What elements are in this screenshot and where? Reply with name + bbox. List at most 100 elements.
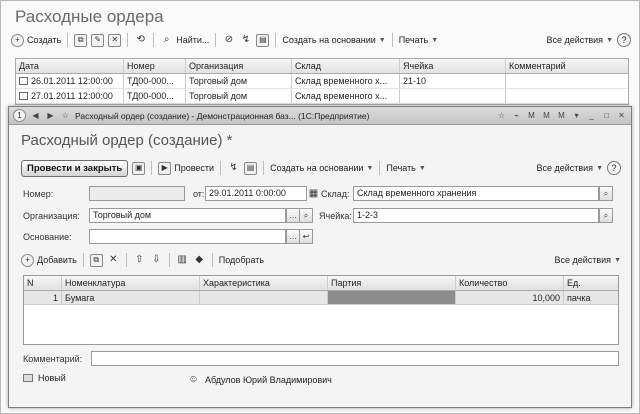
column-header-number[interactable]: Номер <box>124 59 186 73</box>
add-icon: + <box>21 253 34 267</box>
batch-cell[interactable] <box>328 291 456 304</box>
star-icon[interactable]: ☆ <box>496 111 507 120</box>
search-icon: ⌕ <box>163 34 170 45</box>
separator <box>153 33 155 47</box>
create-based-button[interactable]: Создать на основании ▼ <box>270 163 373 173</box>
basis-field[interactable] <box>89 229 286 244</box>
number-field[interactable] <box>89 186 185 201</box>
save-icon[interactable]: ▣ <box>132 161 146 175</box>
minimize-icon[interactable]: _ <box>586 111 597 120</box>
comment-field[interactable] <box>91 351 619 366</box>
separator <box>391 33 393 47</box>
post-button[interactable]: ▶ Провести <box>158 161 214 175</box>
org-search-icon[interactable]: ⌕ <box>299 208 313 223</box>
add-row-button[interactable]: + Добавить <box>21 253 77 267</box>
tag-icon[interactable]: ◆ <box>193 254 206 267</box>
close-icon[interactable]: ✕ <box>616 111 627 120</box>
menu-icon[interactable]: ▾ <box>571 111 582 120</box>
dropdown-caret-icon: ▼ <box>418 164 426 172</box>
user-icon: ☺ <box>188 373 199 385</box>
calendar-icon[interactable]: ▦ <box>307 187 320 200</box>
print-button[interactable]: Печать ▼ <box>386 163 425 173</box>
cell-search-icon[interactable]: ⌕ <box>599 208 613 223</box>
goods-table: N Номенклатура Характеристика Партия Кол… <box>23 275 619 345</box>
table-header: Дата Номер Организация Склад Ячейка Комм… <box>16 59 628 74</box>
cancel-search-icon[interactable]: ⊘ <box>222 34 235 47</box>
table-all-actions-button[interactable]: Все действия ▼ <box>554 255 621 265</box>
window-title: Расходный ордер (создание) - Демонстраци… <box>75 110 370 121</box>
basis-select-button[interactable]: … <box>286 229 300 244</box>
memory-m-icon[interactable]: M <box>526 111 537 120</box>
column-header-comment[interactable]: Комментарий <box>506 59 628 73</box>
date-field[interactable]: 29.01.2011 0:00:00 <box>205 186 307 201</box>
column-header-quantity[interactable]: Количество <box>456 276 564 290</box>
goods-toolbar: + Добавить ⧉ ✕ ⇧ ⇩ ▥ ◆ Подобрать Все дей… <box>21 251 621 269</box>
warehouse-label: Склад: <box>321 189 350 199</box>
post-and-close-button[interactable]: Провести и закрыть <box>21 159 129 177</box>
column-header-date[interactable]: Дата <box>16 59 124 73</box>
column-header-warehouse[interactable]: Склад <box>292 59 400 73</box>
dropdown-caret-icon: ▼ <box>366 164 374 172</box>
report-icon[interactable]: ▤ <box>244 161 258 175</box>
delete-icon[interactable]: ✕ <box>107 254 120 267</box>
column-header-characteristic[interactable]: Характеристика <box>200 276 328 290</box>
column-header-batch[interactable]: Партия <box>328 276 456 290</box>
movements-icon[interactable]: ↯ <box>227 162 240 175</box>
all-actions-button[interactable]: Все действия ▼ <box>546 35 613 45</box>
help-icon[interactable]: ? <box>617 33 631 47</box>
separator <box>211 253 213 267</box>
warehouse-field[interactable]: Склад временного хранения <box>353 186 599 201</box>
post-icon: ▶ <box>158 161 172 175</box>
edit-icon[interactable]: ✎ <box>91 33 105 47</box>
comment-label: Комментарий: <box>23 354 83 364</box>
all-actions-button[interactable]: Все действия ▼ <box>536 163 603 173</box>
barcode-icon[interactable]: ▥ <box>176 254 189 267</box>
maximize-icon[interactable]: □ <box>601 111 612 120</box>
link-icon[interactable]: ⌁ <box>511 111 522 120</box>
create-based-button[interactable]: Создать на основании ▼ <box>282 35 385 45</box>
document-window: 1 ◀ ▶ ☆ Расходный ордер (создание) - Дем… <box>8 106 632 408</box>
forward-icon[interactable]: ▶ <box>45 111 56 120</box>
separator <box>127 33 129 47</box>
cell-field[interactable]: 1-2-3 <box>353 208 599 223</box>
delete-mark-icon[interactable]: ✕ <box>108 33 122 47</box>
memory-mminus-icon[interactable]: M <box>556 111 567 120</box>
favorite-star-icon[interactable]: ☆ <box>60 111 71 120</box>
move-down-icon[interactable]: ⇩ <box>150 254 163 267</box>
column-header-n[interactable]: N <box>24 276 62 290</box>
separator <box>275 33 277 47</box>
copy-icon[interactable]: ⧉ <box>74 33 88 47</box>
find-button[interactable]: ⌕ Найти... <box>160 34 210 47</box>
org-select-button[interactable]: … <box>286 208 300 223</box>
table-row[interactable]: 27.01.2011 12:00:00 ТД00-000... Торговый… <box>16 89 628 104</box>
organization-field[interactable]: Торговый дом <box>89 208 286 223</box>
back-icon[interactable]: ◀ <box>30 111 41 120</box>
dropdown-caret-icon: ▼ <box>596 164 603 172</box>
document-row-icon <box>19 92 28 100</box>
separator <box>151 161 153 175</box>
list-title: Расходные ордера <box>15 7 164 26</box>
create-button[interactable]: + Создать <box>11 33 61 47</box>
table-row[interactable]: 26.01.2011 12:00:00 ТД00-000... Торговый… <box>16 74 628 89</box>
post-icon[interactable]: ↯ <box>239 34 252 47</box>
warehouse-search-icon[interactable]: ⌕ <box>599 186 613 201</box>
basis-clear-icon[interactable]: ↩ <box>299 229 313 244</box>
documents-table: Дата Номер Организация Склад Ячейка Комм… <box>15 58 629 105</box>
column-header-item[interactable]: Номенклатура <box>62 276 200 290</box>
date-label: от: <box>193 189 205 199</box>
pick-button[interactable]: Подобрать <box>219 255 264 265</box>
table-row[interactable]: 1 Бумага 10,000 пачка <box>24 291 618 305</box>
column-header-org[interactable]: Организация <box>186 59 292 73</box>
column-header-cell[interactable]: Ячейка <box>400 59 506 73</box>
separator <box>125 253 127 267</box>
document-icon[interactable]: ▤ <box>256 33 270 47</box>
refresh-icon[interactable]: ⟲ <box>134 34 147 47</box>
list-toolbar: + Создать ⧉ ✎ ✕ ⟲ ⌕ Найти... ⊘ ↯ ▤ Созда… <box>11 30 631 50</box>
copy-icon[interactable]: ⧉ <box>89 253 103 267</box>
column-header-unit[interactable]: Ед. <box>564 276 618 290</box>
memory-mplus-icon[interactable]: M <box>541 111 552 120</box>
help-icon[interactable]: ? <box>607 161 621 175</box>
print-button[interactable]: Печать ▼ <box>399 35 438 45</box>
move-up-icon[interactable]: ⇧ <box>133 254 146 267</box>
separator <box>215 33 217 47</box>
